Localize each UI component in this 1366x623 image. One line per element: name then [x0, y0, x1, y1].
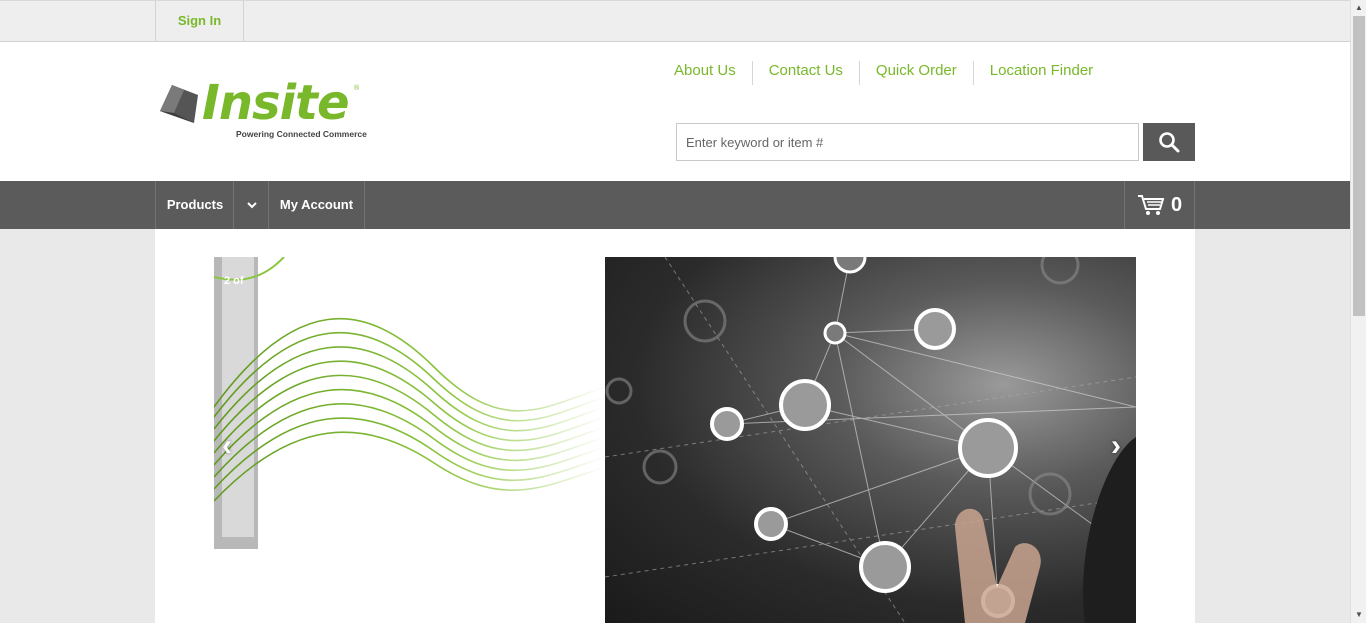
about-us-link[interactable]: About Us — [658, 61, 752, 85]
page-scrollbar[interactable]: ▲ ▼ — [1350, 0, 1366, 623]
scroll-up-arrow-icon[interactable]: ▲ — [1351, 0, 1366, 16]
cart-button[interactable]: 0 — [1124, 181, 1195, 229]
contact-us-link[interactable]: Contact Us — [751, 61, 859, 85]
cart-count: 0 — [1170, 193, 1183, 216]
logo-mark-icon — [160, 85, 198, 123]
utility-nav: About Us Contact Us Quick Order Location… — [658, 61, 1109, 85]
carousel-prev-button[interactable]: ‹ — [222, 429, 232, 463]
slide-counter: 2 of — [224, 275, 244, 287]
my-account-menu[interactable]: My Account — [268, 181, 365, 229]
scroll-down-arrow-icon[interactable]: ▼ — [1351, 607, 1366, 623]
logo[interactable]: Insite ® Powering Connected Commerce — [158, 75, 368, 141]
search-icon — [1159, 132, 1180, 153]
hero-image-network — [604, 257, 1136, 623]
green-wave-graphic — [214, 257, 606, 549]
carousel-next-button[interactable]: › — [1111, 429, 1121, 463]
location-finder-link[interactable]: Location Finder — [972, 61, 1109, 85]
sign-in-link[interactable]: Sign In — [155, 1, 244, 42]
search-input[interactable] — [676, 123, 1139, 161]
logo-wordmark: Insite — [202, 75, 350, 131]
quick-order-link[interactable]: Quick Order — [858, 61, 973, 85]
network-graphic — [604, 257, 1136, 623]
products-menu[interactable]: Products — [155, 181, 234, 229]
site-header: Insite ® Powering Connected Commerce Abo… — [0, 42, 1350, 181]
logo-tagline: Powering Connected Commerce — [236, 129, 367, 139]
hero-image-wave: 2 of — [214, 257, 606, 623]
products-dropdown-toggle[interactable] — [233, 181, 269, 229]
logo-registered: ® — [354, 85, 360, 92]
hero-carousel[interactable]: 2 of ‹ › — [214, 257, 1136, 623]
main-content: 2 of ‹ › — [155, 229, 1195, 623]
top-bar: Sign In — [0, 0, 1350, 42]
main-nav: Products My Account 0 — [0, 181, 1350, 229]
search-button[interactable] — [1143, 123, 1195, 161]
scroll-thumb[interactable] — [1353, 16, 1365, 316]
chevron-down-icon — [246, 202, 257, 209]
cart-icon — [1137, 195, 1165, 215]
